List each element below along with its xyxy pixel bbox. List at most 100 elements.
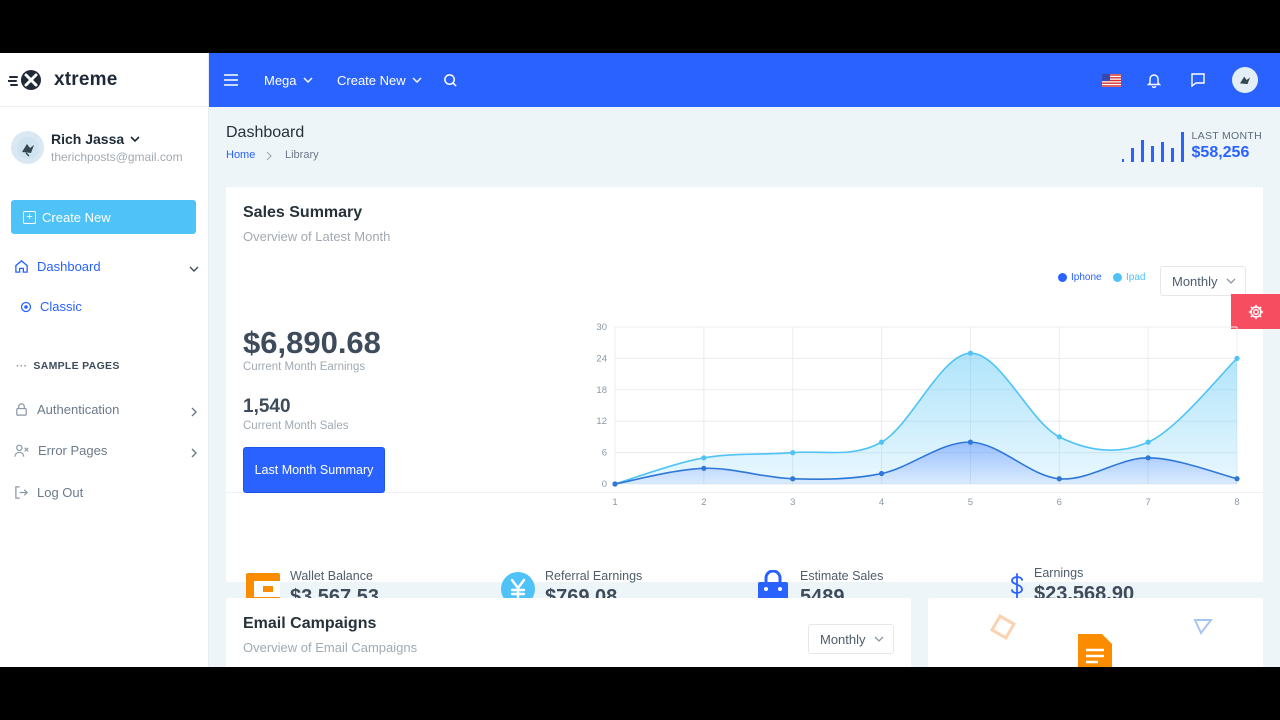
section-dots: ··· xyxy=(16,360,28,372)
section-title-text: SAMPLE PAGES xyxy=(33,360,120,372)
sales-area-chart: 06121824301 2 3 4 5 6 7 8 xyxy=(596,322,1240,508)
home-icon xyxy=(15,260,28,273)
y-tick-label: 0 xyxy=(602,479,607,490)
chevron-down-icon xyxy=(412,77,422,83)
sales-summary-title: Sales Summary xyxy=(243,204,363,221)
sales-summary-subtitle: Overview of Latest Month xyxy=(243,229,391,244)
create-new-label: Create New xyxy=(42,209,111,225)
page-title: Dashboard xyxy=(226,124,305,141)
radio-dot-icon xyxy=(20,301,32,312)
search-button[interactable] xyxy=(443,53,458,107)
x-tick-label: 7 xyxy=(1145,497,1150,508)
email-period-select-value: Monthly xyxy=(820,631,866,647)
sidebar-item-authentication[interactable]: Authentication xyxy=(14,402,200,417)
illustration-card xyxy=(928,598,1263,667)
hamburger-icon xyxy=(224,74,238,86)
series-iphone-point[interactable] xyxy=(967,439,974,445)
brand-logo[interactable]: xtreme xyxy=(0,53,208,107)
legend-dot xyxy=(1113,273,1122,282)
legend-item-ipad: Ipad xyxy=(1113,272,1145,283)
bell-icon xyxy=(1146,74,1162,88)
avatar-bird-icon xyxy=(1240,76,1250,85)
us-flag-icon xyxy=(1102,73,1121,87)
chevron-right-icon xyxy=(191,407,197,417)
brand-name: xtreme xyxy=(54,68,118,90)
current-month-sales-value: 1,540 xyxy=(243,396,291,417)
x-tick-label: 1 xyxy=(612,497,617,508)
series-iphone-point[interactable] xyxy=(1234,476,1240,482)
avatar-bird-icon xyxy=(16,136,39,159)
document-icon xyxy=(1078,634,1112,667)
menu-toggle-button[interactable] xyxy=(223,53,239,107)
plus-icon: + xyxy=(23,210,36,224)
series-ipad-point[interactable] xyxy=(701,455,707,461)
chevron-right-icon xyxy=(191,448,197,458)
user-x-icon xyxy=(14,444,29,457)
create-new-menu[interactable]: Create New xyxy=(337,53,423,107)
last-month-value: $58,256 xyxy=(1191,144,1250,161)
chevron-down-icon xyxy=(303,77,313,83)
sidebar-item-label: Authentication xyxy=(37,402,120,417)
series-ipad-point[interactable] xyxy=(1234,355,1240,361)
mega-menu[interactable]: Mega xyxy=(264,53,314,107)
series-ipad-point[interactable] xyxy=(878,439,885,445)
current-month-sales-label: Current Month Sales xyxy=(243,420,349,432)
sparkline-bars-icon xyxy=(1121,132,1184,162)
sidebar-item-log-out[interactable]: Log Out xyxy=(14,485,200,500)
series-ipad-point[interactable] xyxy=(790,450,796,456)
message-square-icon xyxy=(1191,73,1205,88)
sidebar-item-label: Log Out xyxy=(37,485,84,500)
stat-label: Referral Earnings xyxy=(545,569,643,583)
y-tick-label: 30 xyxy=(596,322,607,333)
sidebar-item-label: Classic xyxy=(40,299,82,314)
user-profile[interactable]: Rich Jassa therichposts@gmail.com xyxy=(11,131,183,164)
period-select[interactable]: Monthly xyxy=(1160,266,1246,296)
create-new-button[interactable]: + Create New xyxy=(11,200,196,234)
last-month-summary-button[interactable]: Last Month Summary xyxy=(243,447,385,493)
x-tick-label: 3 xyxy=(790,497,795,508)
series-iphone-point[interactable] xyxy=(790,476,796,482)
stat-label: Estimate Sales xyxy=(800,569,884,583)
sidebar-item-error-pages[interactable]: Error Pages xyxy=(14,443,200,458)
email-period-select[interactable]: Monthly xyxy=(808,624,894,654)
series-ipad-point[interactable] xyxy=(967,350,974,356)
y-tick-label: 12 xyxy=(596,416,607,427)
series-ipad-point[interactable] xyxy=(1056,434,1062,440)
messages-button[interactable] xyxy=(1190,53,1206,107)
breadcrumb-home[interactable]: Home xyxy=(226,149,255,161)
email-campaigns-title: Email Campaigns xyxy=(243,615,377,632)
y-tick-label: 18 xyxy=(596,385,607,396)
sidebar-item-label: Dashboard xyxy=(37,259,101,274)
profile-name: Rich Jassa xyxy=(51,131,125,147)
stat-label: Earnings xyxy=(1034,566,1084,580)
x-tick-label: 4 xyxy=(879,497,884,508)
avatar xyxy=(1232,67,1258,93)
log-out-icon xyxy=(15,486,28,499)
y-tick-label: 24 xyxy=(596,353,607,364)
breadcrumb-library: Library xyxy=(285,149,319,161)
current-month-earnings-label: Current Month Earnings xyxy=(243,361,366,373)
chevron-down-icon xyxy=(189,266,199,272)
user-avatar-button[interactable] xyxy=(1232,53,1258,107)
sidebar-item-label: Error Pages xyxy=(38,443,108,458)
xtreme-logo-icon xyxy=(8,69,41,90)
series-iphone-point[interactable] xyxy=(701,465,707,471)
series-ipad-point[interactable] xyxy=(1145,439,1151,445)
stat-label: Wallet Balance xyxy=(290,569,373,583)
language-flag-button[interactable] xyxy=(1102,53,1121,107)
sidebar-item-dashboard[interactable]: Dashboard xyxy=(14,259,200,274)
legend-dot xyxy=(1058,273,1067,282)
series-iphone-point[interactable] xyxy=(878,470,885,477)
section-title-sample-pages: ··· SAMPLE PAGES xyxy=(16,360,120,372)
chevron-down-icon[interactable] xyxy=(128,132,142,146)
series-iphone-point[interactable] xyxy=(612,481,618,487)
series-iphone-point[interactable] xyxy=(1145,455,1151,461)
x-tick-label: 6 xyxy=(1057,497,1062,508)
series-iphone-point[interactable] xyxy=(1056,476,1062,482)
sidebar: xtreme Rich Jassa therichposts@gmail.com… xyxy=(0,53,209,667)
last-month-widget: LAST MONTH $58,256 xyxy=(1121,130,1262,162)
search-icon xyxy=(444,73,457,87)
sidebar-item-classic[interactable]: Classic xyxy=(20,299,206,314)
x-tick-label: 2 xyxy=(701,497,706,508)
notifications-button[interactable] xyxy=(1146,53,1162,107)
